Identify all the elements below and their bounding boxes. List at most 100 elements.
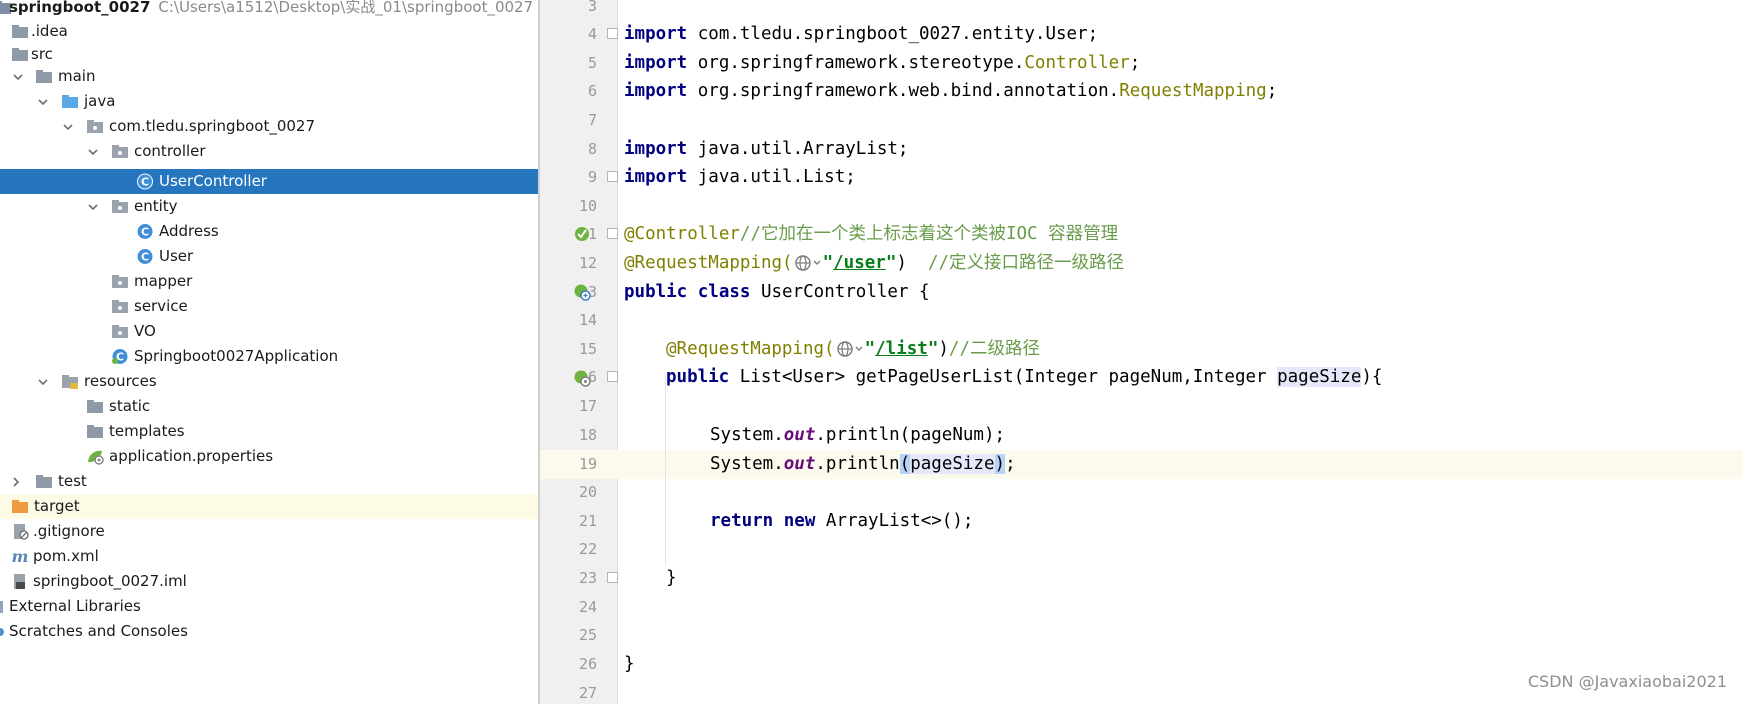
line-number: 21 bbox=[578, 512, 597, 530]
tree-item-address[interactable]: C Address bbox=[0, 219, 538, 244]
tree-item-mapper[interactable]: mapper bbox=[0, 269, 538, 294]
tree-item-gitignore[interactable]: .gitignore bbox=[0, 519, 538, 544]
matching-paren-open: ( bbox=[899, 454, 911, 474]
keyword-class: class bbox=[697, 282, 751, 302]
package-icon bbox=[111, 298, 129, 315]
chevron-right-icon[interactable] bbox=[8, 469, 24, 494]
tree-item-entity[interactable]: entity bbox=[0, 194, 538, 219]
tree-item-application-properties[interactable]: application.properties bbox=[0, 444, 538, 469]
line-number: 22 bbox=[578, 540, 597, 558]
code-line-13: public class UserController { bbox=[624, 278, 930, 307]
keyword-import: import bbox=[624, 53, 688, 73]
url-path-link[interactable]: /list bbox=[875, 339, 928, 359]
fold-marker-icon[interactable] bbox=[607, 572, 618, 583]
tree-item-iml[interactable]: springboot_0027.iml bbox=[0, 569, 538, 594]
line-number: 24 bbox=[578, 598, 597, 616]
ignored-file-icon bbox=[11, 523, 29, 540]
keyword-import: import bbox=[624, 81, 688, 101]
import-path: com.tledu.springboot_0027.entity.User; bbox=[687, 24, 1099, 44]
chevron-down-icon[interactable] bbox=[85, 139, 101, 164]
tree-label: static bbox=[109, 397, 151, 415]
chevron-down-icon[interactable] bbox=[35, 89, 51, 114]
folder-icon bbox=[86, 423, 104, 440]
tree-item-user[interactable]: C User bbox=[0, 244, 538, 269]
svg-text:C: C bbox=[141, 251, 149, 264]
tree-item-application-class[interactable]: C Springboot0027Application bbox=[0, 344, 538, 369]
tree-item-main[interactable]: main bbox=[0, 64, 538, 89]
spring-bean-gutter-icon[interactable] bbox=[573, 225, 591, 243]
tree-item-pom[interactable]: m pom.xml bbox=[0, 544, 538, 569]
spring-request-mapping-gutter-icon[interactable] bbox=[573, 369, 591, 387]
chevron-down-icon[interactable] bbox=[85, 194, 101, 219]
matching-paren-close: ) bbox=[994, 454, 1006, 474]
string-quote: " bbox=[822, 253, 834, 273]
tree-label: UserController bbox=[159, 172, 267, 190]
tree-item-service[interactable]: service bbox=[0, 294, 538, 319]
code-line-12: @RequestMapping("/user") //定义接口路径一级路径 bbox=[624, 249, 1124, 278]
semicolon: ; bbox=[1005, 454, 1016, 474]
package-icon bbox=[111, 143, 129, 160]
chevron-down-icon[interactable] bbox=[35, 369, 51, 394]
globe-icon[interactable] bbox=[793, 253, 823, 273]
line-number: 20 bbox=[578, 483, 597, 501]
project-tree: springboot_0027 C:\Users\a1512\Desktop\实战… bbox=[0, 0, 538, 704]
keyword-import: import bbox=[624, 24, 688, 44]
libraries-icon bbox=[0, 598, 8, 615]
line-number: 25 bbox=[578, 626, 597, 644]
tree-item-external-libraries[interactable]: External Libraries bbox=[0, 594, 538, 619]
fold-marker-icon[interactable] bbox=[607, 28, 618, 39]
tree-item-scratches[interactable]: Scratches and Consoles bbox=[0, 619, 538, 644]
fold-marker-icon[interactable] bbox=[607, 228, 618, 239]
folder-icon bbox=[11, 23, 29, 40]
paren: ) bbox=[938, 339, 949, 359]
chevron-down-icon[interactable] bbox=[10, 64, 26, 89]
line-number: 19 bbox=[578, 455, 597, 473]
tree-item-idea[interactable]: .idea bbox=[0, 19, 538, 44]
spring-endpoint-gutter-icon[interactable] bbox=[573, 283, 591, 301]
fold-marker-icon[interactable] bbox=[607, 371, 618, 382]
tree-label: Scratches and Consoles bbox=[9, 622, 188, 640]
string-quote: " bbox=[864, 339, 876, 359]
tree-item-vo[interactable]: VO bbox=[0, 319, 538, 344]
globe-icon[interactable] bbox=[835, 339, 865, 359]
class-declaration: UserController { bbox=[750, 282, 930, 302]
annotation: @RequestMapping( bbox=[624, 253, 793, 273]
tree-item-resources[interactable]: resources bbox=[0, 369, 538, 394]
code-line-6: import org.springframework.web.bind.anno… bbox=[624, 77, 1277, 106]
code-line-4: import com.tledu.springboot_0027.entity.… bbox=[624, 20, 1098, 49]
tree-item-controller[interactable]: controller bbox=[0, 139, 538, 164]
keyword-new: new bbox=[783, 511, 816, 531]
tree-label: Springboot0027Application bbox=[134, 347, 339, 365]
import-path: org.springframework.stereotype. bbox=[687, 53, 1025, 73]
maven-icon: m bbox=[11, 548, 29, 565]
package-icon bbox=[111, 198, 129, 215]
fold-marker-icon[interactable] bbox=[607, 171, 618, 182]
tree-label: User bbox=[159, 247, 194, 265]
system-ref: System. bbox=[710, 425, 784, 445]
code-line-15: @RequestMapping("/list")//二级路径 bbox=[666, 335, 1040, 364]
chevron-down-icon[interactable] bbox=[60, 114, 76, 139]
line-number: 12 bbox=[578, 254, 597, 272]
svg-text:m: m bbox=[12, 548, 29, 565]
tree-item-usercontroller[interactable]: C UserController bbox=[0, 169, 538, 194]
tree-item-target[interactable]: target bbox=[0, 494, 538, 519]
method-open: ){ bbox=[1361, 367, 1383, 387]
tree-root-springboot_0027[interactable]: springboot_0027 C:\Users\a1512\Desktop\实战… bbox=[0, 0, 538, 20]
method-call: .println bbox=[815, 454, 900, 474]
annotation: @Controller bbox=[624, 224, 740, 244]
method-signature: List<User> getPageUserList(Integer pageN… bbox=[729, 367, 1278, 387]
class-icon: C bbox=[136, 173, 154, 190]
tree-label: com.tledu.springboot_0027 bbox=[109, 117, 316, 135]
line-number: 3 bbox=[587, 0, 597, 15]
class-icon: C bbox=[136, 223, 154, 240]
code-line-9: import java.util.List; bbox=[624, 163, 856, 192]
code-line-23: } bbox=[666, 564, 677, 593]
tree-item-static[interactable]: static bbox=[0, 394, 538, 419]
tree-item-package[interactable]: com.tledu.springboot_0027 bbox=[0, 114, 538, 139]
tree-item-java[interactable]: java bbox=[0, 89, 538, 114]
tree-label: target bbox=[34, 497, 80, 515]
keyword-import: import bbox=[624, 139, 688, 159]
tree-item-templates[interactable]: templates bbox=[0, 419, 538, 444]
url-path-link[interactable]: /user bbox=[833, 253, 886, 273]
tree-item-test[interactable]: test bbox=[0, 469, 538, 494]
